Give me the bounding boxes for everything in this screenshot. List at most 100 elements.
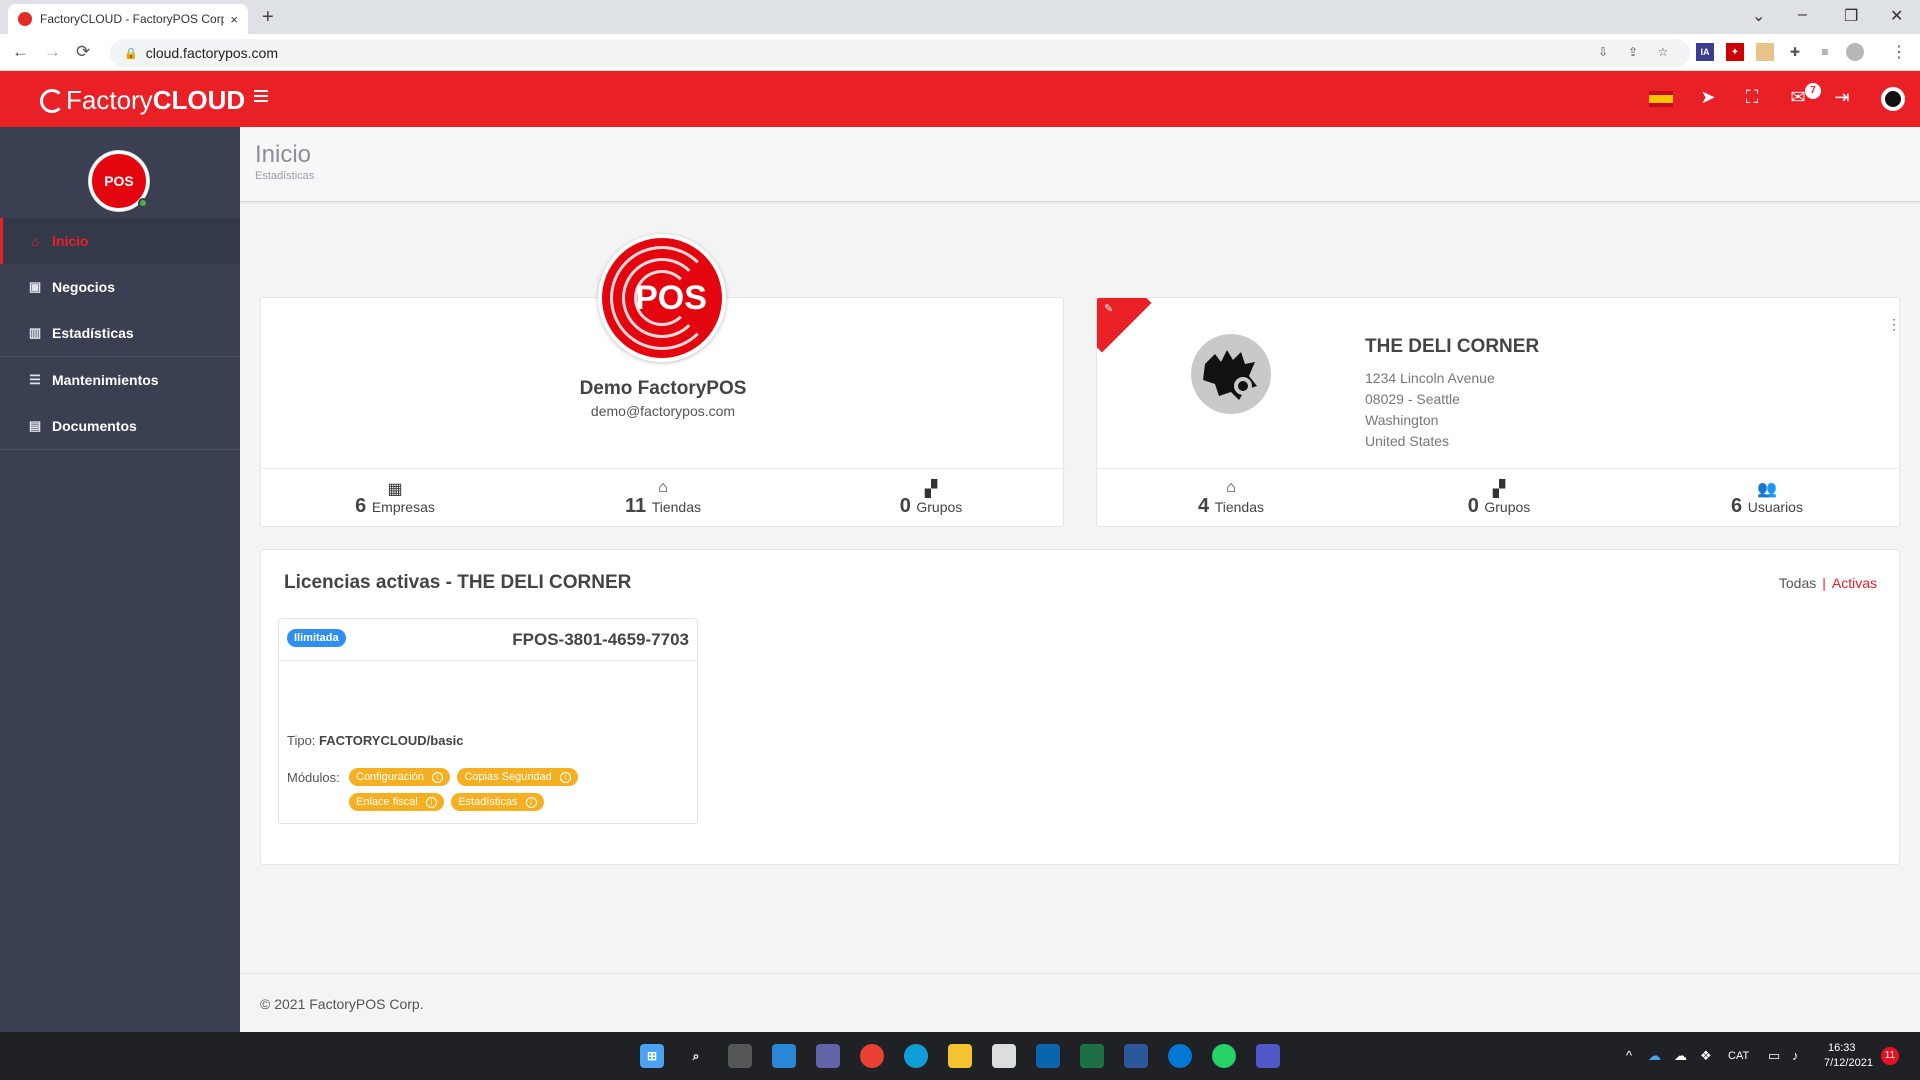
stat-tiendas[interactable]: ⌂ 4 Tiendas: [1097, 469, 1365, 526]
info-icon[interactable]: i: [559, 772, 571, 783]
filter-separator: |: [1822, 575, 1826, 591]
module-chip[interactable]: Estadísticas i: [451, 793, 544, 811]
location-arrow-icon[interactable]: ➤: [1696, 87, 1720, 108]
new-tab-button[interactable]: +: [262, 6, 274, 29]
onedrive-icon[interactable]: ☁: [1648, 1048, 1661, 1064]
bar-chart-icon: ▥: [28, 325, 42, 340]
network-icon[interactable]: ▭: [1768, 1048, 1780, 1064]
teams-icon[interactable]: [1256, 1044, 1280, 1068]
store-address-line: 1234 Lincoln Avenue: [1365, 370, 1495, 386]
cloud-icon[interactable]: ☁: [1674, 1048, 1687, 1064]
app-header: Factory CLOUD ➤ ⛶ ✉ 7 ⇥: [0, 71, 1920, 127]
info-icon[interactable]: i: [431, 772, 443, 783]
module-chip[interactable]: Configuración i: [349, 768, 450, 786]
license-card-header: Ilimitada FPOS-3801-4659-7703: [279, 619, 697, 661]
reading-list-icon[interactable]: ≡: [1816, 43, 1834, 61]
module-chip-label: Estadísticas: [458, 796, 518, 808]
home-icon: ⌂: [31, 233, 39, 249]
chat-icon[interactable]: [816, 1044, 840, 1068]
share-icon[interactable]: ⇪: [1624, 43, 1642, 61]
skype-icon[interactable]: [1168, 1044, 1192, 1068]
store-stats: ⌂ 4 Tiendas ▞ 0 Grupos 👥 6 Usuarios: [1097, 468, 1899, 526]
dropbox-icon[interactable]: ❖: [1700, 1048, 1712, 1064]
brand-factory-text: Factory: [66, 85, 153, 115]
clock-date[interactable]: 7/12/2021: [1824, 1057, 1873, 1069]
fullscreen-icon[interactable]: ⛶: [1740, 87, 1764, 108]
volume-icon[interactable]: ♪: [1792, 1048, 1799, 1063]
info-icon[interactable]: i: [525, 797, 537, 808]
ia-extension-icon[interactable]: IA: [1696, 43, 1714, 61]
stat-usuarios[interactable]: 👥 6 Usuarios: [1633, 469, 1899, 526]
stat-label: Grupos: [1484, 499, 1531, 515]
search-icon[interactable]: ⌕: [684, 1044, 708, 1068]
stat-grupos[interactable]: ▞ 0 Grupos: [1365, 469, 1633, 526]
tray-chevron-icon[interactable]: ^: [1626, 1048, 1632, 1063]
edit-icon[interactable]: ✎: [1104, 302, 1113, 315]
back-button[interactable]: ←: [12, 42, 29, 62]
reload-button[interactable]: ⟳: [76, 42, 90, 62]
task-view-icon[interactable]: [728, 1044, 752, 1068]
word-icon[interactable]: [1124, 1044, 1148, 1068]
minimize-button[interactable]: –: [1798, 6, 1807, 24]
tab-close-icon[interactable]: ×: [230, 12, 238, 27]
page-footer: © 2021 FactoryPOS Corp.: [240, 973, 1920, 1032]
stat-grupos[interactable]: ▞ 0 Grupos: [797, 469, 1065, 528]
filter-all-link[interactable]: Todas: [1779, 575, 1816, 591]
widgets-icon[interactable]: [772, 1044, 796, 1068]
info-icon[interactable]: i: [425, 797, 437, 808]
factorycloud-logo[interactable]: Factory CLOUD: [40, 85, 245, 116]
licenses-title: Licencias activas - THE DELI CORNER: [284, 572, 632, 593]
tipo-label: Tipo:: [287, 733, 316, 748]
sidebar-item-mantenimientos[interactable]: ☰ Mantenimientos: [0, 357, 240, 403]
user-avatar-icon[interactable]: [1881, 87, 1905, 111]
sidebar: POS ⌂ Inicio ▣ Negocios ▥ Estadísticas ☰…: [0, 127, 240, 1032]
stat-empresas[interactable]: ▦ 6 Empresas: [261, 469, 529, 528]
store-address-line: Washington: [1365, 412, 1439, 428]
sidebar-item-estadisticas[interactable]: ▥ Estadísticas: [0, 310, 240, 356]
hamburger-menu-icon[interactable]: [254, 90, 268, 102]
extensions-puzzle-icon[interactable]: ✚: [1786, 43, 1804, 61]
module-chip[interactable]: Copias Seguridad i: [457, 768, 578, 786]
outlook-icon[interactable]: [1036, 1044, 1060, 1068]
pdf-extension-icon[interactable]: ✦: [1726, 43, 1744, 61]
sidebar-menu: ⌂ Inicio ▣ Negocios ▥ Estadísticas ☰ Man…: [0, 218, 240, 450]
sidebar-pos-logo[interactable]: POS: [89, 151, 149, 211]
sidebar-item-negocios[interactable]: ▣ Negocios: [0, 264, 240, 310]
window-close-button[interactable]: ✕: [1890, 6, 1903, 26]
file-explorer-icon[interactable]: [948, 1044, 972, 1068]
excel-icon[interactable]: [1080, 1044, 1104, 1068]
language-indicator[interactable]: CAT: [1728, 1050, 1749, 1062]
url-text: cloud.factorypos.com: [145, 45, 278, 61]
store-app-icon[interactable]: [992, 1044, 1016, 1068]
windows-start-icon[interactable]: ⊞: [640, 1044, 664, 1068]
stat-tiendas[interactable]: ⌂ 11 Tiendas: [529, 469, 797, 528]
module-chip[interactable]: Enlace fiscal i: [349, 793, 444, 811]
license-card[interactable]: Ilimitada FPOS-3801-4659-7703 Tipo: FACT…: [278, 618, 698, 824]
forward-button[interactable]: →: [44, 42, 61, 62]
copyright-text: © 2021 FactoryPOS Corp.: [260, 996, 424, 1012]
restore-button[interactable]: ❐: [1844, 6, 1858, 26]
chrome-icon[interactable]: [860, 1044, 884, 1068]
company-stats: ▦ 6 Empresas ⌂ 11 Tiendas ▞ 0 Grupos: [261, 468, 1065, 528]
sidebar-item-documentos[interactable]: ▤ Documentos: [0, 403, 240, 449]
clock-time[interactable]: 16:33: [1828, 1042, 1856, 1054]
browser-menu-icon[interactable]: ⋮: [1890, 43, 1908, 61]
tab-search-icon[interactable]: ⌄: [1752, 6, 1765, 26]
address-bar[interactable]: 🔒 cloud.factorypos.com: [110, 39, 1690, 67]
whatsapp-icon[interactable]: [1212, 1044, 1236, 1068]
filter-active-link[interactable]: Activas: [1832, 575, 1877, 591]
browser-tab[interactable]: FactoryCLOUD - FactoryPOS Corp ×: [8, 4, 248, 34]
more-options-icon[interactable]: ⋮: [1887, 316, 1899, 333]
install-icon[interactable]: ⇩: [1594, 43, 1612, 61]
notification-count-badge[interactable]: 11: [1881, 1047, 1899, 1065]
image-extension-icon[interactable]: [1756, 43, 1774, 61]
browser-tabbar: FactoryCLOUD - FactoryPOS Corp × + ⌄ – ❐…: [0, 0, 1920, 34]
bookmark-star-icon[interactable]: ☆: [1654, 43, 1672, 61]
logout-icon[interactable]: ⇥: [1830, 87, 1854, 108]
profile-avatar-icon[interactable]: [1846, 43, 1864, 61]
sidebar-item-inicio[interactable]: ⌂ Inicio: [0, 218, 240, 264]
spain-flag-icon[interactable]: [1649, 91, 1673, 107]
briefcase-icon: ▣: [28, 279, 42, 294]
sidebar-item-label: Estadísticas: [52, 325, 134, 341]
edge-icon[interactable]: [904, 1044, 928, 1068]
